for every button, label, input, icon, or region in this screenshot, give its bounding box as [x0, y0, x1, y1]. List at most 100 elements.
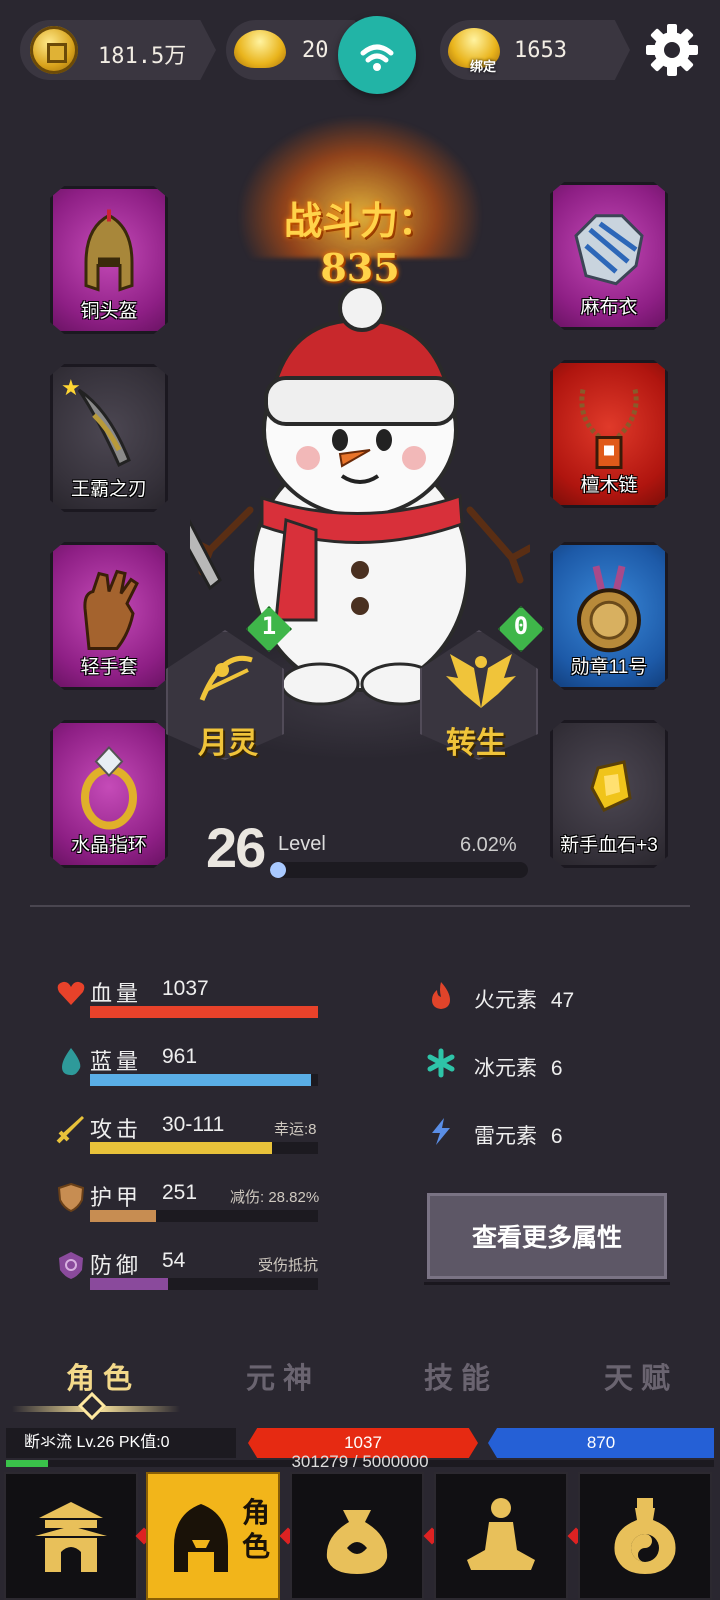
- wings-icon: [446, 654, 516, 708]
- equip-slot-necklace[interactable]: 檀木链: [550, 360, 668, 508]
- settings-button[interactable]: [644, 22, 700, 78]
- level-percent: 6.02%: [460, 834, 517, 856]
- tab-character[interactable]: 角色: [66, 1355, 140, 1397]
- gold-ingot-icon: [234, 30, 286, 68]
- archer-icon: [199, 656, 253, 701]
- stat-bar-fill: [90, 1142, 273, 1154]
- level-number: 26: [206, 816, 266, 879]
- tab-skills[interactable]: 技能: [424, 1355, 498, 1397]
- divider: [30, 905, 690, 907]
- equip-slot-ring[interactable]: 水晶指环: [50, 720, 168, 868]
- equip-label: 水晶指环: [70, 835, 147, 856]
- element-name: 雷元素: [474, 1125, 537, 1148]
- ring-icon: [81, 746, 137, 830]
- heart-icon: [57, 981, 85, 1005]
- stat-bar: [90, 1142, 318, 1154]
- attack-sword-icon: [56, 1116, 84, 1144]
- equip-slot-bloodstone[interactable]: 新手血石+3: [550, 720, 668, 868]
- bound-gold-amount: 1653: [514, 38, 567, 63]
- stat-extra: 减伤: 28.82%: [230, 1189, 320, 1206]
- stat-extra: 受伤抵抗: [258, 1257, 319, 1274]
- bound-tag: 绑定: [470, 59, 497, 74]
- ice-icon: [427, 1048, 455, 1078]
- drop-icon: [62, 1048, 81, 1076]
- stat-name: 攻击: [90, 1117, 143, 1142]
- glove-icon: [83, 569, 139, 651]
- gold-amount: 20: [302, 38, 329, 63]
- meditate-icon: [467, 1498, 535, 1570]
- nav-alchemy[interactable]: [578, 1472, 712, 1600]
- equip-label: 新手血石+3: [560, 835, 658, 856]
- armor-icon: [574, 214, 644, 286]
- shield-icon: [57, 1182, 85, 1212]
- wifi-button[interactable]: [338, 16, 416, 94]
- nav-character[interactable]: 角色: [146, 1472, 280, 1600]
- stat-value: 1037: [162, 977, 209, 1000]
- nav-meditate[interactable]: [434, 1472, 568, 1600]
- equip-label: 勋章11号: [570, 657, 648, 678]
- element-value: 6: [550, 1125, 563, 1148]
- element-fire: 火元素 47: [474, 984, 574, 1014]
- stat-value: 961: [162, 1045, 198, 1068]
- gate-icon: [35, 1502, 107, 1572]
- rebirth-label: 转生: [446, 726, 506, 761]
- stat-name: 蓝量: [90, 1049, 143, 1074]
- stat-bar: [90, 1074, 318, 1086]
- equip-slot-helmet[interactable]: 铜头盔: [50, 186, 168, 334]
- stat-value: 251: [162, 1181, 198, 1204]
- wifi-icon: [360, 44, 394, 71]
- stat-bar: [90, 1210, 318, 1222]
- nav-character-label: 角色: [242, 1497, 271, 1562]
- view-more-attributes-button[interactable]: 查看更多属性: [424, 1190, 670, 1282]
- equip-label: 铜头盔: [80, 301, 138, 322]
- helmet-icon: [84, 209, 134, 292]
- equip-slot-gloves[interactable]: 轻手套: [50, 542, 168, 690]
- bloodstone-icon: [590, 760, 632, 813]
- spirit-label: 月灵: [198, 726, 258, 761]
- combat-power: 战斗力：835: [283, 198, 436, 290]
- spirit-count: 1: [261, 612, 277, 640]
- level-word: Level: [278, 833, 326, 855]
- sword-icon: [77, 388, 131, 468]
- lightning-icon: [432, 1118, 450, 1145]
- equip-label: 王霸之刃: [70, 479, 147, 500]
- stat-extra: 幸运:8: [274, 1121, 317, 1138]
- stat-name: 防御: [90, 1253, 143, 1278]
- nav-bag[interactable]: [290, 1472, 424, 1600]
- exp-text: 301279 / 5000000: [291, 1452, 429, 1471]
- stat-bar-fill: [90, 1278, 168, 1290]
- stat-bar: [90, 1006, 318, 1018]
- stat-bar-fill: [90, 1210, 157, 1222]
- equip-slot-armor[interactable]: 麻布衣: [550, 182, 668, 330]
- element-value: 6: [550, 1057, 563, 1080]
- element-ice: 冰元素 6: [474, 1052, 563, 1082]
- stat-name: 护甲: [90, 1185, 143, 1210]
- helmet-nav-icon: [174, 1504, 228, 1572]
- gourd-icon: [614, 1498, 676, 1574]
- stat-bar: [90, 1278, 318, 1290]
- level-progress-bar: [270, 862, 528, 878]
- equip-slot-weapon[interactable]: ★ 王霸之刃: [50, 364, 168, 512]
- medal-icon: [577, 565, 641, 653]
- element-lightning: 雷元素 6: [474, 1120, 563, 1150]
- stat-value: 54: [162, 1249, 186, 1272]
- equip-label: 轻手套: [80, 657, 138, 678]
- element-value: 47: [550, 989, 575, 1012]
- stat-name: 血量: [90, 981, 143, 1006]
- fire-icon: [432, 982, 450, 1009]
- nav-town[interactable]: [4, 1472, 138, 1600]
- stat-value: 30-111: [162, 1113, 225, 1136]
- equip-slot-medal[interactable]: 勋章11号: [550, 542, 668, 690]
- rebirth-count: 0: [513, 612, 529, 640]
- necklace-icon: [579, 389, 639, 470]
- copper-amount: 181.5万: [98, 44, 187, 69]
- tab-talent[interactable]: 天赋: [604, 1355, 678, 1397]
- level-progress-fill: [270, 862, 286, 878]
- copper-coin-icon: [30, 26, 78, 74]
- defense-icon: [59, 1252, 83, 1279]
- tab-soul[interactable]: 元神: [246, 1355, 320, 1397]
- gear-icon: [646, 24, 698, 76]
- equip-label: 麻布衣: [580, 297, 638, 318]
- stat-bar-fill: [90, 1074, 312, 1086]
- bag-icon: [326, 1510, 388, 1574]
